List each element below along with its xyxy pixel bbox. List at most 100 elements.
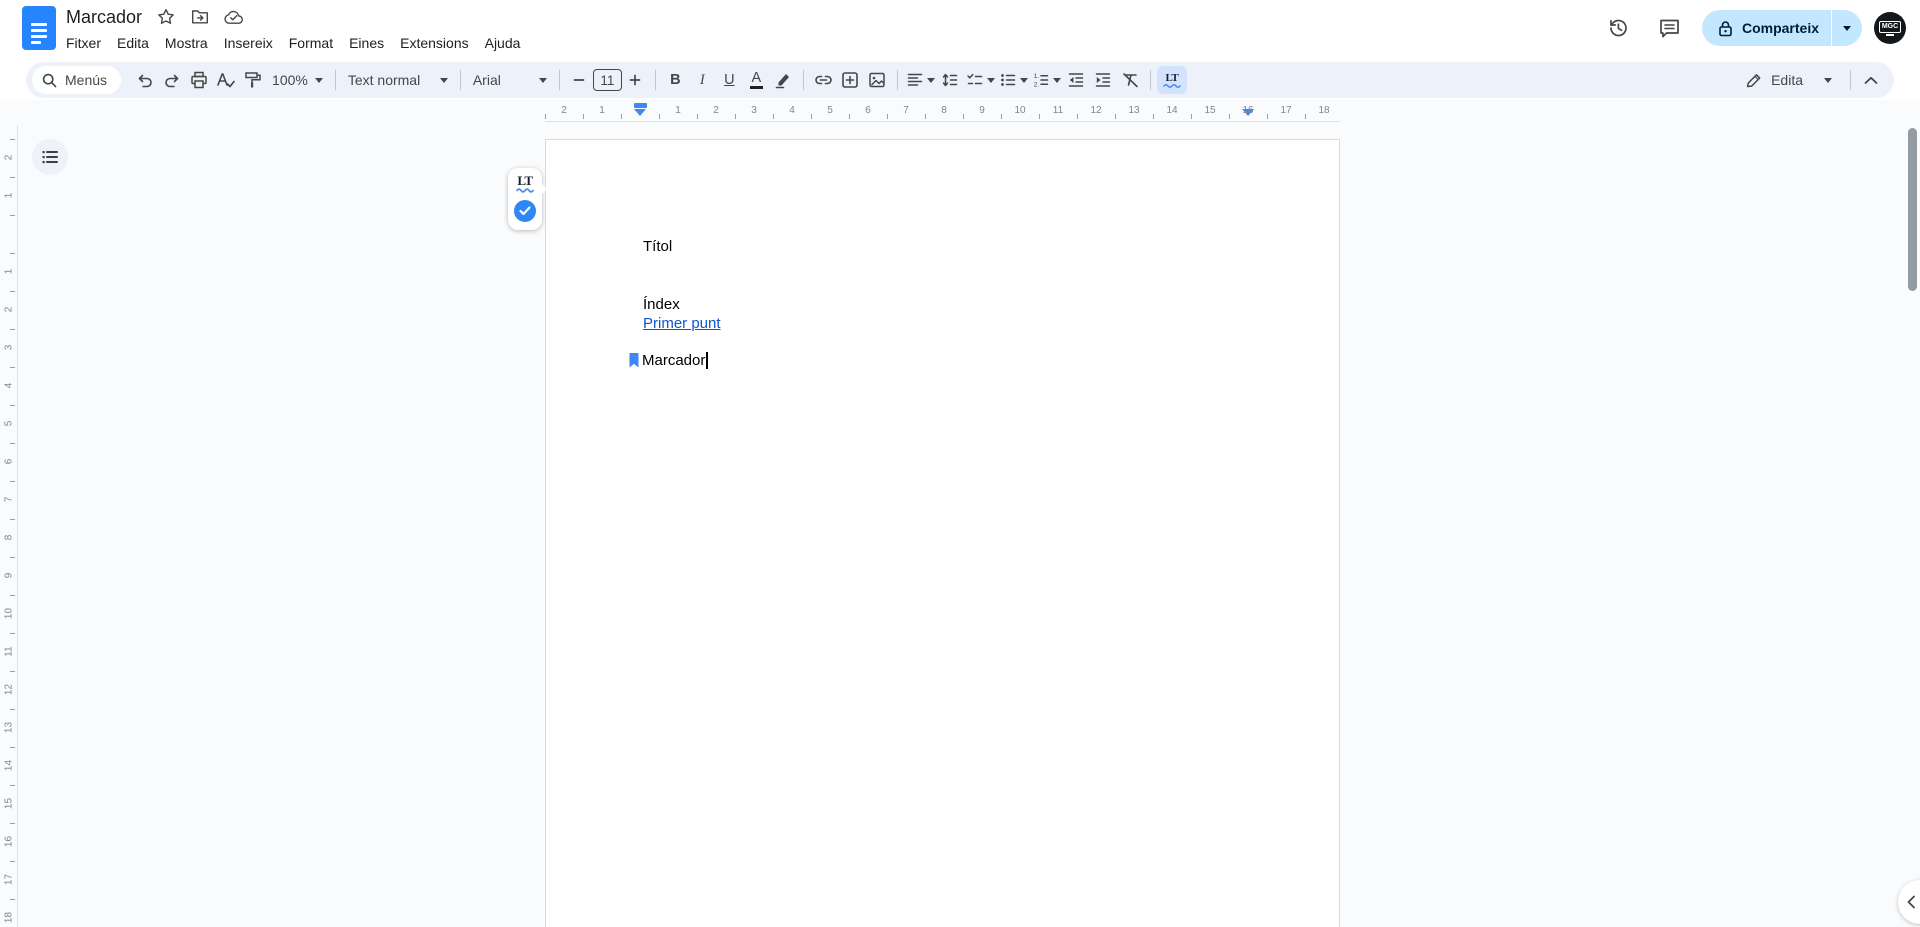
- bold-button[interactable]: B: [662, 67, 689, 94]
- highlight-color-icon[interactable]: [770, 67, 797, 94]
- h-ruler-number: 4: [789, 105, 795, 116]
- v-ruler-number: 17: [3, 873, 15, 886]
- spellcheck-icon[interactable]: [212, 67, 239, 94]
- decrease-indent-icon[interactable]: [1063, 67, 1090, 94]
- svg-text:1.: 1.: [1034, 73, 1040, 80]
- v-ruler-tick: [10, 595, 15, 596]
- undo-button[interactable]: [131, 67, 158, 94]
- first-line-indent-marker[interactable]: [634, 103, 647, 108]
- languagetool-button[interactable]: LT: [1156, 66, 1187, 94]
- vertical-ruler: 2 1 1 2 3 4 5 6 7 8 9 10 11 12 13 14 15 16 17 18: [0, 125, 18, 927]
- increase-indent-icon[interactable]: [1090, 67, 1117, 94]
- version-history-icon[interactable]: [1598, 8, 1638, 48]
- menu-item-fitxer[interactable]: Fitxer: [58, 33, 109, 53]
- v-ruler-tick: [10, 671, 15, 672]
- languagetool-widget[interactable]: LT: [508, 168, 547, 230]
- h-ruler-number: 18: [1318, 105, 1330, 116]
- h-ruler-tick: [583, 114, 584, 119]
- numbered-list-button[interactable]: 1. 2.: [1030, 67, 1063, 94]
- v-ruler-number: 2: [3, 154, 15, 161]
- clear-formatting-icon[interactable]: [1117, 67, 1144, 94]
- share-button-main[interactable]: Comparteix: [1702, 10, 1831, 46]
- editing-mode-select[interactable]: Edita: [1733, 66, 1844, 94]
- underline-button[interactable]: U: [716, 67, 743, 94]
- bold-glyph: B: [670, 72, 681, 88]
- v-ruler-tick: [10, 519, 15, 520]
- h-ruler-number: 13: [1128, 105, 1140, 116]
- checklist-button[interactable]: [964, 67, 997, 94]
- vertical-scrollbar-thumb[interactable]: [1908, 128, 1917, 291]
- h-ruler-number: 12: [1090, 105, 1102, 116]
- h-ruler-tick: [1001, 114, 1002, 119]
- share-dropdown-arrow[interactable]: [1832, 10, 1862, 46]
- add-comment-icon[interactable]: [837, 67, 864, 94]
- toolbar-separator: [558, 70, 560, 90]
- cloud-status-icon[interactable]: [224, 7, 244, 27]
- document-page[interactable]: Títol Índex Primer punt Marcador: [545, 139, 1340, 927]
- h-ruler-number: 1: [675, 105, 681, 116]
- h-ruler-tick: [545, 114, 546, 119]
- menu-item-mostra[interactable]: Mostra: [157, 33, 216, 53]
- check-circle-icon[interactable]: [514, 200, 536, 222]
- editing-mode-label: Edita: [1771, 72, 1803, 88]
- v-ruler-tick: [10, 785, 15, 786]
- languagetool-logo: LT: [1165, 71, 1179, 84]
- chevron-down-icon: [1019, 77, 1028, 83]
- doc-link-primer-punt[interactable]: Primer punt: [643, 315, 721, 333]
- star-icon[interactable]: [156, 7, 176, 27]
- insert-image-icon[interactable]: [864, 67, 891, 94]
- zoom-select[interactable]: 100%: [266, 67, 329, 94]
- h-ruler-tick: [735, 114, 736, 119]
- move-folder-icon[interactable]: [190, 7, 210, 27]
- menu-item-ajuda[interactable]: Ajuda: [477, 33, 529, 53]
- italic-button[interactable]: I: [689, 67, 716, 94]
- font-size-input[interactable]: 11: [592, 69, 622, 91]
- hide-menus-button[interactable]: [1857, 67, 1884, 94]
- h-ruler-number: 2: [713, 105, 719, 116]
- share-button[interactable]: Comparteix: [1701, 10, 1862, 46]
- paragraph-style-select[interactable]: Text normal: [342, 67, 454, 94]
- left-indent-marker[interactable]: [633, 109, 646, 116]
- text-color-button[interactable]: A: [743, 67, 770, 94]
- search-menus-button[interactable]: Menús: [32, 66, 122, 94]
- paint-format-icon[interactable]: [239, 67, 266, 94]
- text-color-glyph: A: [751, 69, 762, 86]
- bulleted-list-button[interactable]: [997, 67, 1030, 94]
- align-button[interactable]: [904, 67, 937, 94]
- print-icon[interactable]: [185, 67, 212, 94]
- underline-glyph: U: [724, 72, 735, 88]
- decrease-font-size-button[interactable]: [566, 67, 593, 94]
- v-ruler-number: 9: [3, 572, 15, 579]
- insert-link-icon[interactable]: [810, 67, 837, 94]
- comments-icon[interactable]: [1650, 8, 1690, 48]
- menu-item-edita[interactable]: Edita: [109, 33, 157, 53]
- v-ruler-tick: [10, 633, 15, 634]
- v-ruler-number: 6: [3, 458, 15, 465]
- menu-item-format[interactable]: Format: [281, 33, 341, 53]
- v-ruler-number: 18: [3, 911, 15, 924]
- h-ruler-tick: [849, 114, 850, 119]
- h-ruler-tick: [621, 114, 622, 119]
- chevron-left-icon: [1907, 895, 1915, 909]
- v-ruler-number: 5: [3, 420, 15, 427]
- docs-logo-icon[interactable]: [22, 6, 56, 50]
- menu-item-insereix[interactable]: Insereix: [216, 33, 281, 53]
- line-spacing-icon[interactable]: [937, 67, 964, 94]
- bookmark-icon[interactable]: [628, 352, 640, 369]
- increase-font-size-button[interactable]: [622, 67, 649, 94]
- menu-item-extensions[interactable]: Extensions: [392, 33, 476, 53]
- font-family-select[interactable]: Arial: [467, 67, 553, 94]
- document-canvas: 2 1 1 2 3 4 5 6 7 8 9 10 11 12 13 14 15 16 17 18 2112345678…: [0, 100, 1920, 927]
- v-ruler-tick: [10, 215, 15, 216]
- v-ruler-tick: [10, 823, 15, 824]
- toolbar-separator: [1149, 70, 1151, 90]
- h-ruler-tick: [811, 114, 812, 119]
- toolbar-separator: [334, 70, 336, 90]
- avatar[interactable]: MGC: [1874, 12, 1906, 44]
- v-ruler-number: 11: [3, 646, 15, 657]
- menu-item-eines[interactable]: Eines: [341, 33, 392, 53]
- redo-button[interactable]: [158, 67, 185, 94]
- show-side-panel-button[interactable]: [1898, 880, 1920, 924]
- document-title[interactable]: Marcador: [66, 7, 142, 28]
- document-outline-button[interactable]: [32, 139, 68, 175]
